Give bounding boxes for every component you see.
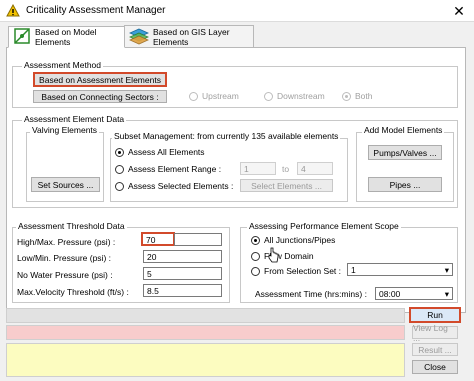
run-button[interactable]: Run: [409, 307, 461, 323]
radio-circle: [115, 181, 124, 191]
radio-upstream[interactable]: Upstream: [189, 91, 239, 101]
range-from-input[interactable]: 1: [240, 162, 276, 175]
high-max-pressure-input[interactable]: 70: [141, 232, 175, 246]
radio-circle: [251, 266, 260, 276]
progress-bar: [6, 308, 405, 323]
high-max-pressure-input-ext[interactable]: [174, 233, 222, 246]
dropdown-value: 08:00: [379, 289, 401, 299]
message-log-area: [6, 343, 405, 377]
tab-label: Based on GIS Layer Elements: [153, 27, 230, 47]
radio-label: Downstream: [277, 91, 325, 101]
valving-elements-label: Valving Elements: [30, 125, 100, 135]
radio-both[interactable]: Both: [342, 91, 373, 101]
dropdown-value: 1: [351, 265, 356, 275]
range-to-label: to: [282, 164, 290, 174]
assessment-time-label: Assessment Time (hrs:mins) :: [255, 289, 367, 299]
close-button[interactable]: Close: [412, 360, 458, 374]
close-window-icon[interactable]: ✕: [446, 1, 472, 21]
subset-management-label: Subset Management: from currently 135 av…: [112, 131, 341, 141]
chevron-down-icon: ▾: [444, 289, 449, 299]
radio-label: Assess Element Range :: [128, 164, 222, 174]
radio-label: Assess Selected Elements :: [128, 181, 234, 191]
gis-layers-icon: [129, 27, 149, 47]
select-elements-button[interactable]: Select Elements ...: [240, 179, 333, 192]
assessment-time-dropdown[interactable]: 08:00 ▾: [375, 287, 453, 300]
based-on-connecting-sectors-button[interactable]: Based on Connecting Sectors :: [33, 90, 167, 103]
low-min-pressure-label: Low/Min. Pressure (psi) :: [17, 253, 111, 263]
chevron-down-icon: ▾: [444, 265, 449, 275]
view-log-button[interactable]: View Log ...: [412, 323, 458, 343]
radio-assess-selected-elements[interactable]: Assess Selected Elements :: [115, 181, 233, 191]
tab-model-elements[interactable]: Based on Model Elements: [8, 26, 125, 48]
scope-label: Assessing Performance Element Scope: [247, 221, 401, 231]
radio-flow-domain[interactable]: Flow Domain: [251, 251, 314, 261]
add-model-elements-label: Add Model Elements: [362, 125, 445, 135]
radio-label: All Junctions/Pipes: [264, 235, 336, 245]
pipes-button[interactable]: Pipes ...: [368, 177, 442, 192]
status-error-bar: [6, 325, 405, 340]
radio-circle: [342, 91, 351, 101]
range-to-input[interactable]: 4: [297, 162, 333, 175]
based-on-assessment-elements-button[interactable]: Based on Assessment Elements: [33, 72, 167, 87]
radio-label: Both: [355, 91, 373, 101]
radio-circle: [251, 251, 260, 261]
radio-circle: [115, 147, 124, 157]
radio-assess-all-elements[interactable]: Assess All Elements: [115, 147, 205, 157]
no-water-pressure-input[interactable]: 5: [143, 267, 222, 280]
window-title: Criticality Assessment Manager: [26, 5, 166, 16]
max-velocity-threshold-input[interactable]: 8.5: [143, 284, 222, 297]
radio-label: From Selection Set :: [264, 266, 342, 276]
tab-label: Based on Model Elements: [35, 27, 97, 47]
radio-all-junctions-pipes[interactable]: All Junctions/Pipes: [251, 235, 335, 245]
threshold-data-label: Assessment Threshold Data: [16, 221, 127, 231]
radio-circle: [264, 91, 273, 101]
mouse-cursor-icon: [267, 247, 279, 263]
app-icon: [6, 3, 20, 18]
result-button[interactable]: Result ...: [412, 343, 458, 356]
radio-label: Assess All Elements: [128, 147, 205, 157]
radio-downstream[interactable]: Downstream: [264, 91, 325, 101]
radio-circle: [115, 164, 124, 174]
radio-label: Upstream: [202, 91, 239, 101]
low-min-pressure-input[interactable]: 20: [143, 250, 222, 263]
pumps-valves-button[interactable]: Pumps/Valves ...: [368, 145, 442, 160]
radio-circle: [251, 235, 260, 245]
selection-set-dropdown[interactable]: 1 ▾: [347, 263, 453, 276]
set-sources-button[interactable]: Set Sources ...: [31, 177, 100, 192]
radio-circle: [189, 91, 198, 101]
high-max-pressure-label: High/Max. Pressure (psi) :: [17, 237, 116, 247]
max-velocity-threshold-label: Max.Velocity Threshold (ft/s) :: [17, 287, 129, 297]
model-elements-icon: [13, 27, 31, 47]
assessment-element-data-label: Assessment Element Data: [22, 114, 127, 124]
no-water-pressure-label: No Water Pressure (psi) :: [17, 270, 113, 280]
assessment-method-label: Assessment Method: [22, 60, 104, 70]
radio-assess-element-range[interactable]: Assess Element Range :: [115, 164, 221, 174]
tab-gis-layer-elements[interactable]: Based on GIS Layer Elements: [124, 25, 254, 49]
radio-from-selection-set[interactable]: From Selection Set :: [251, 266, 341, 276]
